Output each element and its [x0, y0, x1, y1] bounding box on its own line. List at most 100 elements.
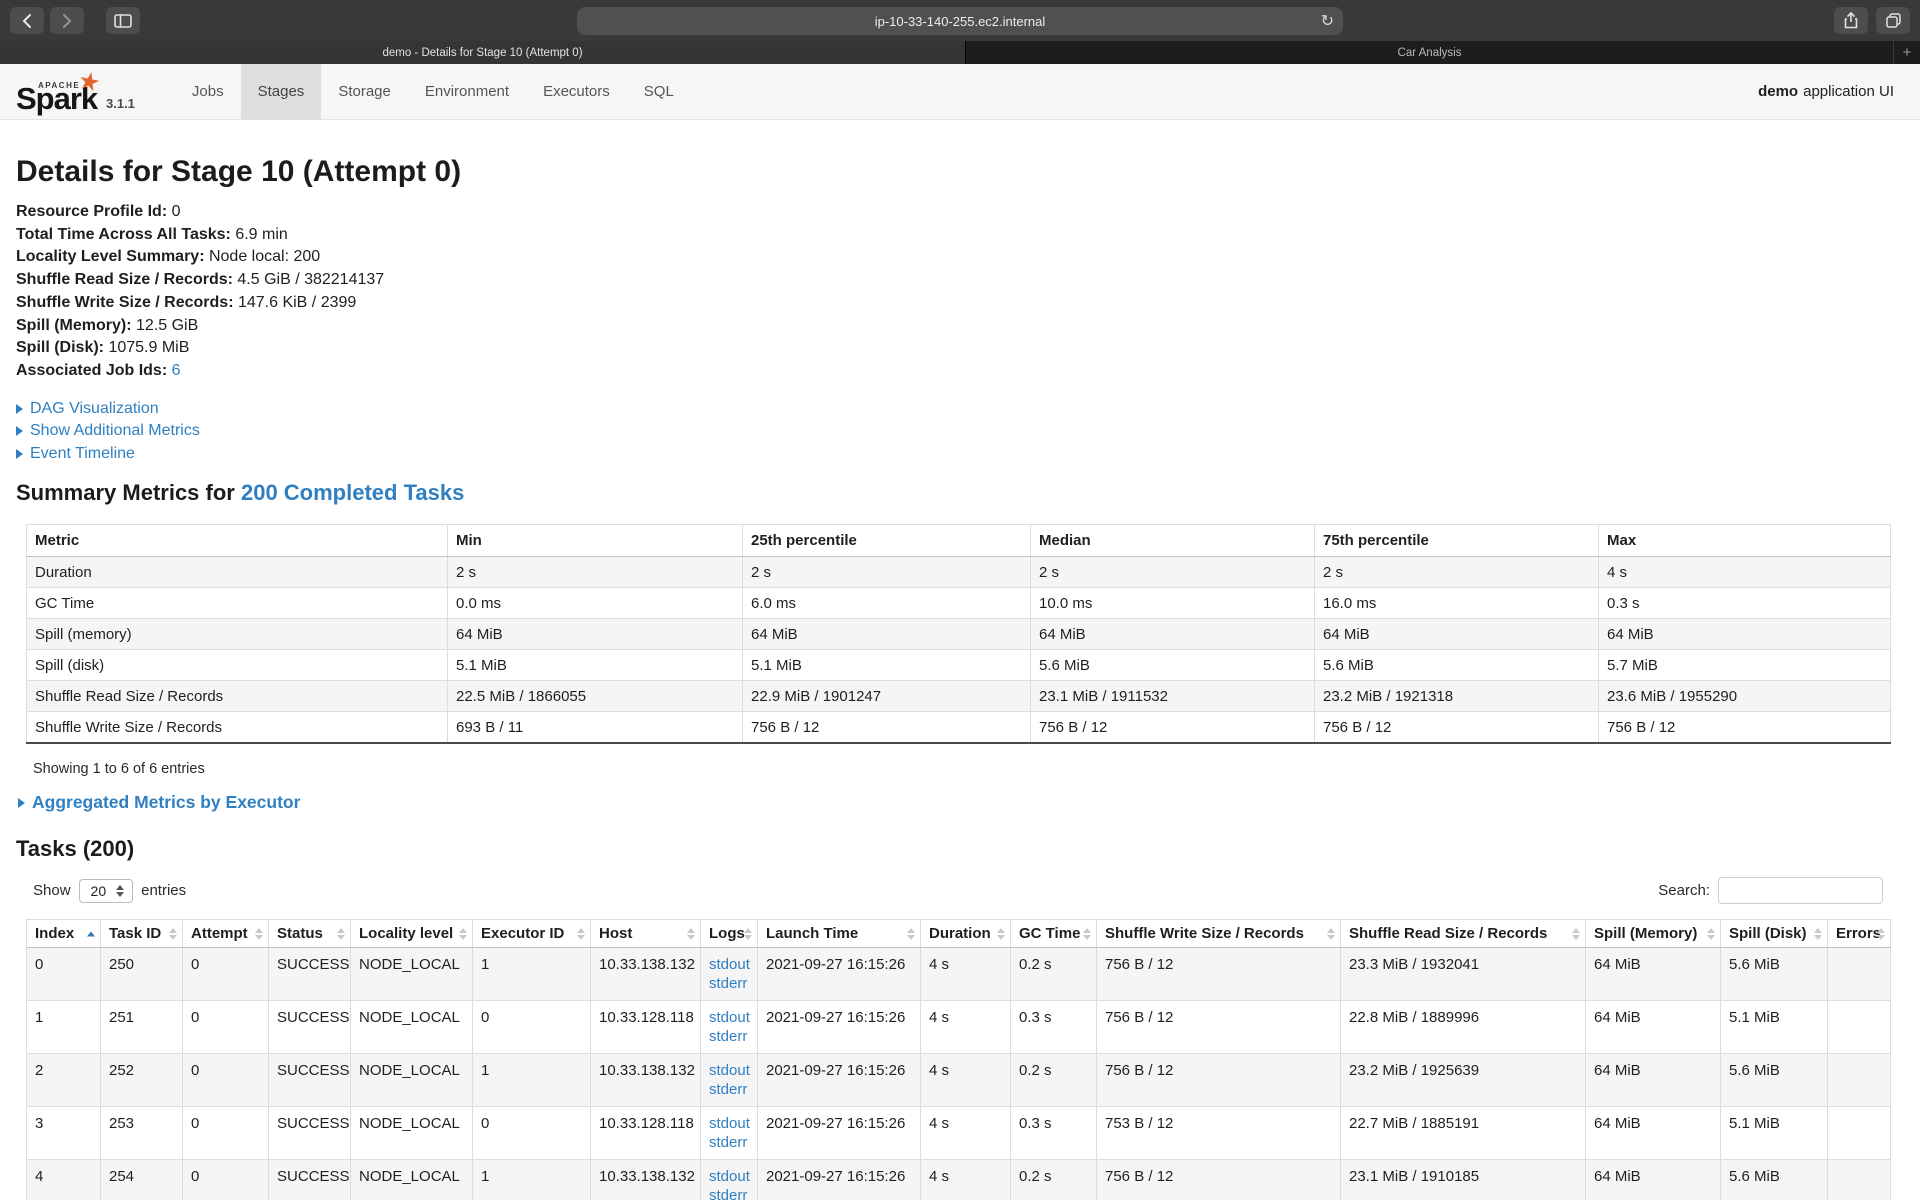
stdout-link[interactable]: stdout	[709, 955, 749, 974]
task-cell: 2	[27, 1054, 101, 1107]
nav-item-jobs[interactable]: Jobs	[175, 64, 241, 119]
spark-header: APACHE Spark ★ 3.1.1 JobsStagesStorageEn…	[0, 64, 1920, 120]
nav-item-stages[interactable]: Stages	[241, 64, 322, 119]
detail-line-3: Shuffle Read Size / Records: 4.5 GiB / 3…	[16, 269, 1890, 292]
summary-cell: 64 MiB	[1315, 619, 1599, 650]
tasks-col-spill-disk-[interactable]: Spill (Disk)	[1721, 920, 1828, 948]
share-icon[interactable]	[1834, 7, 1868, 34]
tasks-col-task-id[interactable]: Task ID	[101, 920, 183, 948]
tasks-table-head: IndexTask IDAttemptStatusLocality levelE…	[27, 920, 1891, 948]
associated-job-link[interactable]: 6	[172, 362, 181, 379]
search-input[interactable]	[1718, 877, 1883, 904]
tasks-col-executor-id[interactable]: Executor ID	[473, 920, 591, 948]
toggle-line-0[interactable]: DAG Visualization	[16, 398, 1890, 421]
new-tab-button[interactable]: +	[1893, 41, 1920, 64]
task-cell: 0	[473, 1107, 591, 1160]
summary-col-75th-percentile: 75th percentile	[1315, 525, 1599, 557]
detail-label: Spill (Disk):	[16, 339, 108, 356]
task-cell: 4 s	[921, 1054, 1011, 1107]
tasks-col-attempt[interactable]: Attempt	[183, 920, 269, 948]
nav-item-sql[interactable]: SQL	[627, 64, 691, 119]
summary-cell: Shuffle Write Size / Records	[27, 712, 448, 744]
address-bar[interactable]: ip-10-33-140-255.ec2.internal ↻	[577, 7, 1343, 35]
tasks-col-host[interactable]: Host	[591, 920, 701, 948]
completed-tasks-link[interactable]: 200 Completed Tasks	[241, 480, 464, 505]
task-cell: 23.2 MiB / 1925639	[1341, 1054, 1586, 1107]
toggle-line-2[interactable]: Event Timeline	[16, 443, 1890, 466]
stdout-link[interactable]: stdout	[709, 1008, 749, 1027]
tasks-col-duration[interactable]: Duration	[921, 920, 1011, 948]
tasks-col-index[interactable]: Index	[27, 920, 101, 948]
summary-cell: Spill (memory)	[27, 619, 448, 650]
task-cell: 0.2 s	[1011, 948, 1097, 1001]
detail-value: 12.5 GiB	[136, 317, 198, 334]
tasks-col-logs[interactable]: Logs	[701, 920, 758, 948]
reload-icon[interactable]: ↻	[1321, 11, 1334, 31]
stderr-link[interactable]: stderr	[709, 974, 749, 993]
sort-arrows-icon	[337, 928, 345, 940]
stderr-link[interactable]: stderr	[709, 1027, 749, 1046]
task-cell: SUCCESS	[269, 1160, 351, 1200]
nav-item-executors[interactable]: Executors	[526, 64, 627, 119]
tasks-col-status[interactable]: Status	[269, 920, 351, 948]
sort-arrows-icon	[87, 931, 95, 936]
detail-label: Shuffle Read Size / Records:	[16, 271, 237, 288]
stderr-link[interactable]: stderr	[709, 1080, 749, 1099]
browser-tab-0[interactable]: demo - Details for Stage 10 (Attempt 0)	[0, 41, 965, 64]
summary-row: Shuffle Read Size / Records22.5 MiB / 18…	[27, 681, 1891, 712]
sort-arrows-icon	[907, 928, 915, 940]
forward-icon[interactable]	[50, 7, 84, 34]
detail-line-1: Total Time Across All Tasks: 6.9 min	[16, 224, 1890, 247]
aggregated-metrics-toggle[interactable]: Aggregated Metrics by Executor	[18, 792, 1890, 813]
tab-overview-icon[interactable]	[1876, 7, 1910, 34]
tasks-col-errors[interactable]: Errors	[1828, 920, 1891, 948]
task-cell: stdoutstderr	[701, 1054, 758, 1107]
tasks-col-locality-level[interactable]: Locality level	[351, 920, 473, 948]
sort-arrows-icon	[997, 928, 1005, 940]
sort-arrows-icon	[687, 928, 695, 940]
stdout-link[interactable]: stdout	[709, 1114, 749, 1133]
summary-cell: 16.0 ms	[1315, 588, 1599, 619]
tasks-col-spill-memory-[interactable]: Spill (Memory)	[1586, 920, 1721, 948]
spark-logo[interactable]: APACHE Spark ★	[16, 69, 102, 119]
toggle-line-1[interactable]: Show Additional Metrics	[16, 420, 1890, 443]
stderr-link[interactable]: stderr	[709, 1186, 749, 1200]
tasks-col-gc-time[interactable]: GC Time	[1011, 920, 1097, 948]
tasks-col-shuffle-write-size-records[interactable]: Shuffle Write Size / Records	[1097, 920, 1341, 948]
tasks-col-launch-time[interactable]: Launch Time	[758, 920, 921, 948]
summary-cell: 756 B / 12	[1315, 712, 1599, 744]
summary-cell: 2 s	[448, 557, 743, 588]
task-cell: NODE_LOCAL	[351, 1160, 473, 1200]
chevron-right-icon	[16, 404, 23, 414]
summary-heading-prefix: Summary Metrics for	[16, 480, 241, 505]
spark-star-icon: ★	[75, 65, 103, 99]
task-cell: 4	[27, 1160, 101, 1200]
summary-cell: 2 s	[1031, 557, 1315, 588]
sort-arrows-icon	[1814, 928, 1822, 940]
summary-cell: 23.1 MiB / 1911532	[1031, 681, 1315, 712]
toggle-link-show-additional-metrics[interactable]: Show Additional Metrics	[30, 420, 200, 443]
summary-showing-entries: Showing 1 to 6 of 6 entries	[33, 761, 1890, 777]
page-size-select[interactable]: 20	[79, 879, 134, 903]
tasks-col-shuffle-read-size-records[interactable]: Shuffle Read Size / Records	[1341, 920, 1586, 948]
aggregated-metrics-link[interactable]: Aggregated Metrics by Executor	[32, 792, 300, 813]
sort-arrows-icon	[169, 928, 177, 940]
stderr-link[interactable]: stderr	[709, 1133, 749, 1152]
toggle-link-dag-visualization[interactable]: DAG Visualization	[30, 398, 159, 421]
summary-cell: 22.5 MiB / 1866055	[448, 681, 743, 712]
nav-item-environment[interactable]: Environment	[408, 64, 526, 119]
stdout-link[interactable]: stdout	[709, 1061, 749, 1080]
stdout-link[interactable]: stdout	[709, 1167, 749, 1186]
browser-tab-1[interactable]: Car Analysis	[965, 41, 1893, 64]
detail-value: 6.9 min	[235, 226, 287, 243]
detail-line-5: Spill (Memory): 12.5 GiB	[16, 315, 1890, 338]
sidebar-toggle-icon[interactable]	[106, 7, 140, 34]
nav-item-storage[interactable]: Storage	[321, 64, 408, 119]
chevron-right-icon	[16, 426, 23, 436]
back-icon[interactable]	[10, 7, 44, 34]
summary-cell: 5.1 MiB	[743, 650, 1031, 681]
task-cell: 1	[473, 948, 591, 1001]
detail-value: Node local: 200	[209, 248, 320, 265]
detail-value: 1075.9 MiB	[108, 339, 189, 356]
toggle-link-event-timeline[interactable]: Event Timeline	[30, 443, 135, 466]
